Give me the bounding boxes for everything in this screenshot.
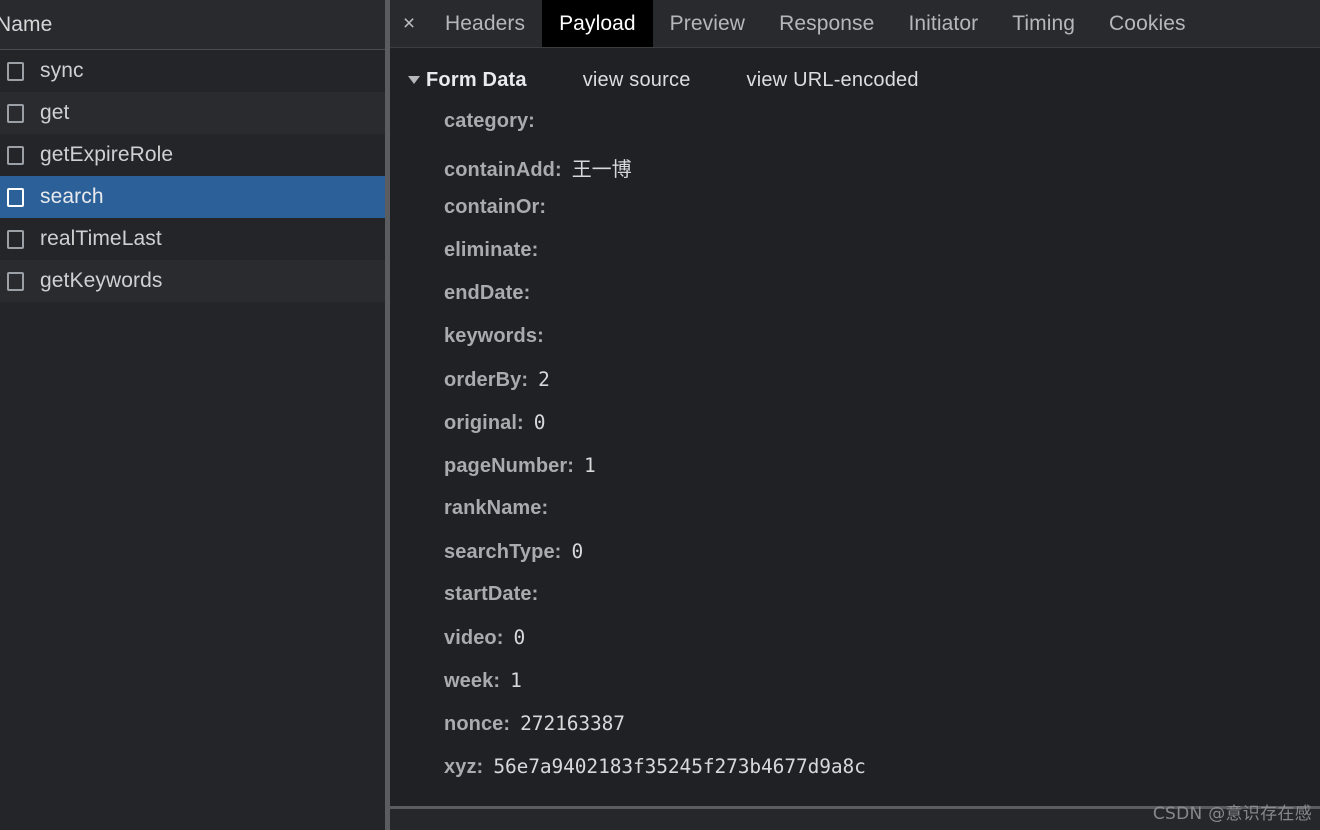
form-data-row: endDate: (444, 282, 1320, 325)
form-data-value: 56e7a9402183f35245f273b4677d9a8c (493, 755, 866, 778)
form-data-key: original: (444, 412, 524, 434)
request-row-label: getExpireRole (40, 143, 174, 166)
request-list: sync get getExpireRole search realTimeLast ge… (0, 50, 385, 302)
request-list-header: Name (0, 0, 385, 50)
form-data-value: 0 (513, 626, 526, 649)
form-data-value: 0 (571, 540, 584, 563)
form-data-key: keywords: (444, 325, 544, 347)
request-row-checkbox[interactable] (7, 61, 24, 81)
form-data-row: category: (444, 110, 1320, 153)
form-data-section-header: Form Data view source view URL-encoded (390, 63, 1320, 97)
form-data-key: xyz: (444, 756, 484, 778)
request-row[interactable]: getKeywords (0, 260, 385, 302)
form-data-row: nonce: 272163387 (444, 712, 1320, 755)
form-data-value: 272163387 (520, 712, 625, 735)
form-data-rows: category: containAdd: 王一博 containOr: elimina… (390, 110, 1320, 798)
view-url-encoded-link[interactable]: view URL-encoded (747, 69, 919, 92)
form-data-key: endDate: (444, 282, 531, 304)
form-data-key: containAdd: (444, 159, 562, 181)
form-data-value: 王一博 (571, 157, 632, 181)
form-data-row: containAdd: 王一博 (444, 153, 1320, 196)
payload-pane: Form Data view source view URL-encoded c… (390, 48, 1320, 830)
form-data-row: pageNumber: 1 (444, 454, 1320, 497)
form-data-key: video: (444, 627, 504, 649)
form-data-value: 1 (584, 454, 596, 477)
form-data-key: pageNumber: (444, 455, 575, 477)
close-icon[interactable]: × (390, 0, 428, 47)
request-row-checkbox[interactable] (7, 271, 24, 291)
tab-timing[interactable]: Timing (995, 0, 1092, 47)
form-data-row: eliminate: (444, 239, 1320, 282)
tab-payload[interactable]: Payload (542, 0, 653, 47)
form-data-value: 0 (533, 411, 546, 434)
form-data-row: orderBy: 2 (444, 368, 1320, 411)
form-data-key: category: (444, 110, 535, 132)
request-row[interactable]: getExpireRole (0, 134, 385, 176)
form-data-title: Form Data (426, 68, 527, 91)
request-row[interactable]: get (0, 92, 385, 134)
request-row-checkbox[interactable] (7, 145, 24, 165)
view-source-link[interactable]: view source (583, 69, 691, 92)
request-row-checkbox[interactable] (7, 229, 24, 249)
form-data-row: rankName: (444, 497, 1320, 540)
request-row-label: realTimeLast (40, 227, 162, 250)
csdn-watermark: CSDN @意识存在感 (1152, 804, 1312, 824)
form-data-row: containOr: (444, 196, 1320, 239)
form-data-key: week: (444, 670, 501, 692)
request-row-checkbox[interactable] (7, 187, 24, 207)
form-data-key: rankName: (444, 497, 549, 519)
request-list-panel: Name sync get getExpireRole search realTimeL… (0, 0, 385, 830)
form-data-row: video: 0 (444, 626, 1320, 669)
tab-response[interactable]: Response (762, 0, 891, 47)
tab-preview[interactable]: Preview (653, 0, 762, 47)
form-data-key: searchType: (444, 541, 562, 563)
form-data-value: 2 (538, 368, 550, 391)
request-row[interactable]: realTimeLast (0, 218, 385, 260)
request-row-checkbox[interactable] (7, 103, 24, 123)
request-row-label: get (40, 101, 70, 124)
form-data-key: nonce: (444, 713, 511, 735)
request-row-label: sync (40, 59, 84, 82)
tab-initiator[interactable]: Initiator (891, 0, 995, 47)
detail-tabbar: × Headers Payload Preview Response Initiator… (390, 0, 1320, 48)
form-data-row: searchType: 0 (444, 540, 1320, 583)
form-data-row: week: 1 (444, 669, 1320, 712)
form-data-value: 1 (510, 669, 522, 692)
request-row[interactable]: search (0, 176, 385, 218)
form-data-key: startDate: (444, 583, 539, 605)
tab-headers[interactable]: Headers (428, 0, 542, 47)
request-row-label: getKeywords (40, 269, 163, 292)
form-data-row: original: 0 (444, 411, 1320, 454)
form-data-key: eliminate: (444, 239, 539, 261)
devtools-network-panel: Name sync get getExpireRole search realTimeL… (0, 0, 1320, 830)
column-header-name[interactable]: Name (0, 13, 52, 37)
form-data-row: xyz: 56e7a9402183f35245f273b4677d9a8c (444, 755, 1320, 798)
form-data-key: orderBy: (444, 369, 529, 391)
chevron-down-icon[interactable] (408, 76, 420, 84)
form-data-row: keywords: (444, 325, 1320, 368)
request-row[interactable]: sync (0, 50, 385, 92)
form-data-key: containOr: (444, 196, 547, 218)
tab-cookies[interactable]: Cookies (1092, 0, 1203, 47)
request-row-label: search (40, 185, 104, 208)
request-detail-panel: × Headers Payload Preview Response Initiator… (390, 0, 1320, 830)
form-data-row: startDate: (444, 583, 1320, 626)
